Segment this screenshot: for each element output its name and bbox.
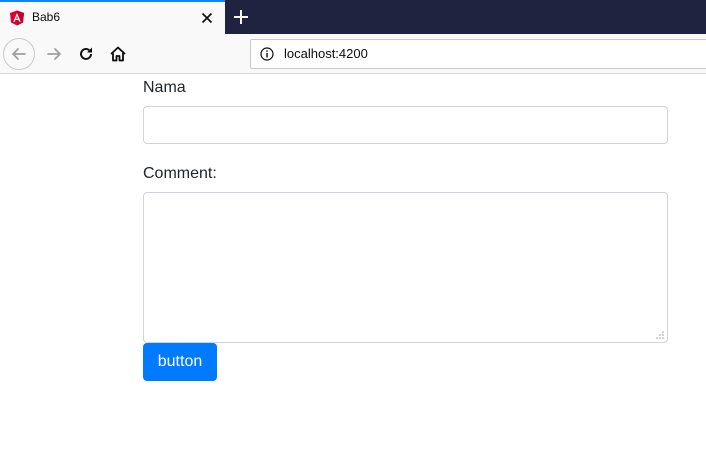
angular-icon (10, 10, 24, 26)
back-button[interactable] (3, 38, 35, 70)
comment-textarea[interactable] (143, 192, 668, 343)
tab-active[interactable]: Bab6 (0, 0, 225, 34)
info-icon[interactable] (260, 47, 274, 61)
arrow-right-icon (47, 48, 61, 60)
home-button[interactable] (102, 38, 134, 70)
tab-title: Bab6 (32, 10, 61, 24)
reload-button[interactable] (70, 38, 102, 70)
forward-button[interactable] (38, 38, 70, 70)
nama-input[interactable] (143, 106, 668, 144)
navigation-toolbar: localhost:4200 (0, 34, 706, 74)
reload-icon (80, 47, 92, 60)
tab-strip: Bab6 (0, 0, 706, 34)
arrow-left-icon (12, 48, 26, 60)
close-icon[interactable] (199, 10, 215, 26)
nama-label: Nama (143, 79, 186, 96)
url-bar[interactable]: localhost:4200 (250, 39, 706, 69)
home-icon (110, 46, 126, 62)
url-text: localhost:4200 (284, 46, 368, 61)
resize-grip-icon[interactable] (656, 331, 664, 339)
submit-button[interactable]: button (143, 343, 217, 381)
comment-label: Comment: (143, 165, 217, 182)
new-tab-icon[interactable] (231, 7, 251, 27)
